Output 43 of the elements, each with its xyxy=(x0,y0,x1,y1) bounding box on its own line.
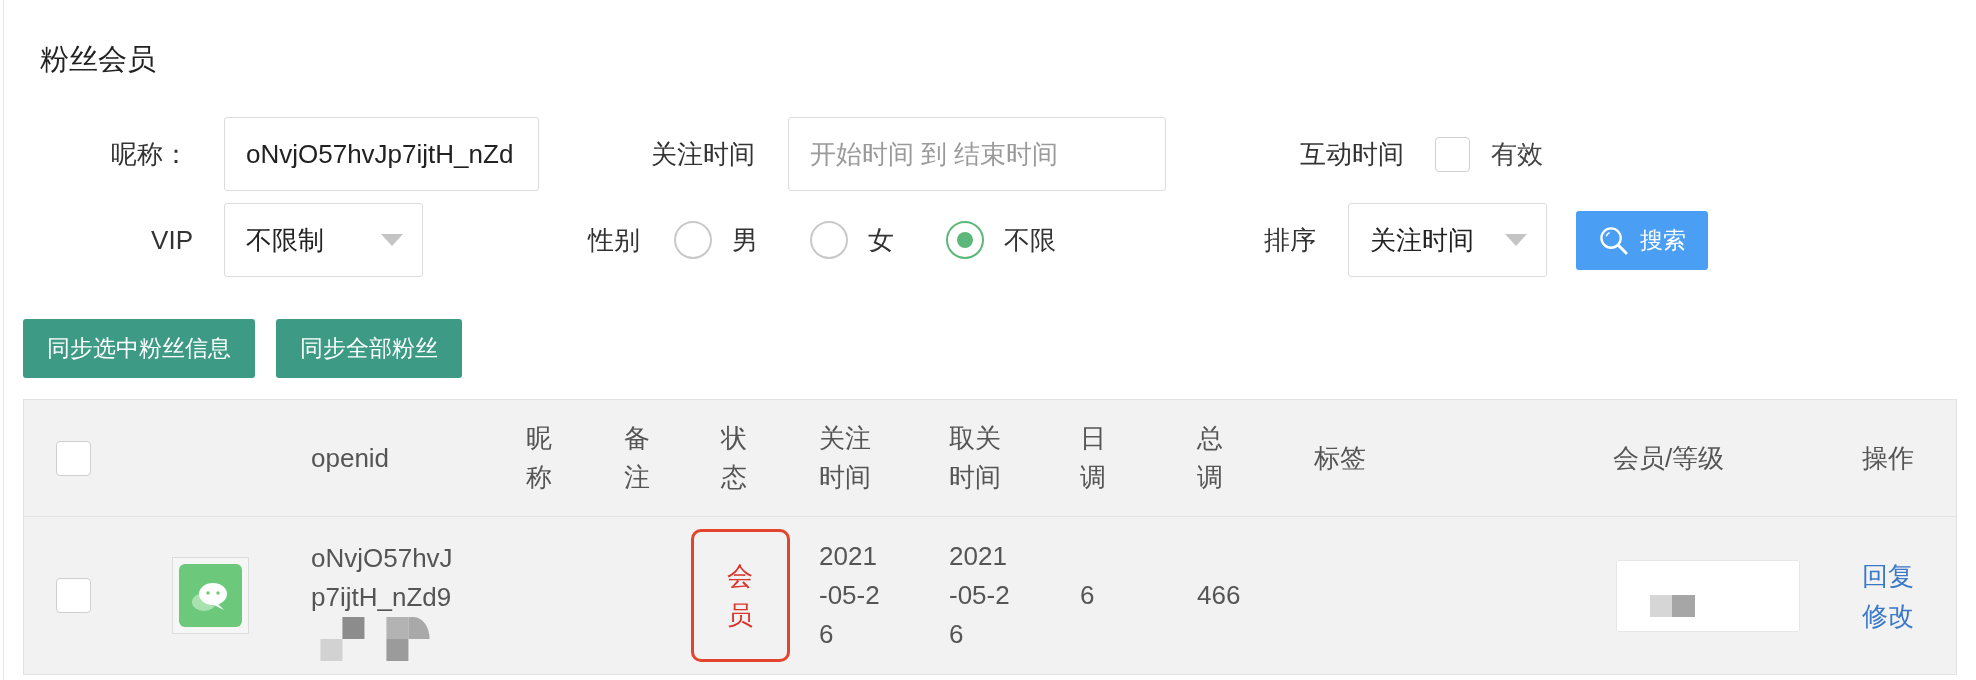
search-icon xyxy=(1599,225,1628,255)
column-header: 状态 xyxy=(721,422,748,494)
nickname-field[interactable]: oNvjO57hvJp7ijtH_nZd xyxy=(224,117,539,191)
column-header: 日调 xyxy=(1080,422,1107,494)
status-text: 会员 xyxy=(726,559,755,632)
sort-label: 排序 xyxy=(1263,223,1316,257)
gender-option[interactable]: 男 xyxy=(674,221,758,259)
column-header: 会员/等级 xyxy=(1613,441,1725,475)
unfollow-date: 2021-05-26 xyxy=(949,540,1011,651)
total-count: 466 xyxy=(1197,579,1241,612)
vip-label: VIP xyxy=(150,224,193,256)
sort-select[interactable]: 关注时间 xyxy=(1348,203,1547,277)
vip-select[interactable]: 不限制 xyxy=(224,203,423,277)
chat-avatar-icon xyxy=(172,557,249,634)
action-link[interactable]: 修改 xyxy=(1862,595,1914,636)
caret-icon xyxy=(1505,234,1527,246)
column-header: openid xyxy=(311,441,390,475)
action-link[interactable]: 回复 xyxy=(1862,555,1914,596)
gender-label: 性别 xyxy=(586,223,640,257)
page-title: 粉丝会员 xyxy=(40,42,156,77)
gender-option[interactable]: 不限 xyxy=(946,221,1056,259)
select-all-checkbox[interactable] xyxy=(56,440,91,476)
row-checkbox[interactable] xyxy=(56,578,91,613)
level-field[interactable] xyxy=(1616,559,1800,632)
column-header: 标签 xyxy=(1314,441,1366,475)
column-header: 总调 xyxy=(1197,422,1224,494)
checkbox[interactable] xyxy=(1435,136,1470,172)
date-range-field[interactable]: 开始时间 到 结束时间 xyxy=(788,117,1166,191)
caret-icon xyxy=(381,234,403,246)
follow-time-label: 关注时间 xyxy=(650,137,755,171)
column-header: 操作 xyxy=(1862,441,1914,475)
follow-date: 2021-05-26 xyxy=(819,540,881,651)
daily-count: 6 xyxy=(1080,579,1095,612)
mosaic-icon xyxy=(1650,594,1695,617)
column-header: 昵称 xyxy=(526,422,553,494)
nickname-label: 呢称： xyxy=(110,137,189,171)
valid-option[interactable]: 有效 xyxy=(1435,136,1543,172)
openid-text: oNvjO57hvJp7ijtH_nZd9 xyxy=(311,542,454,614)
column-header: 关注时间 xyxy=(819,422,872,494)
column-header: 取关时间 xyxy=(949,422,1002,494)
gender-option[interactable]: 女 xyxy=(810,221,894,259)
column-header: 备注 xyxy=(624,422,651,494)
interaction-time-label: 互动时间 xyxy=(1299,137,1404,171)
